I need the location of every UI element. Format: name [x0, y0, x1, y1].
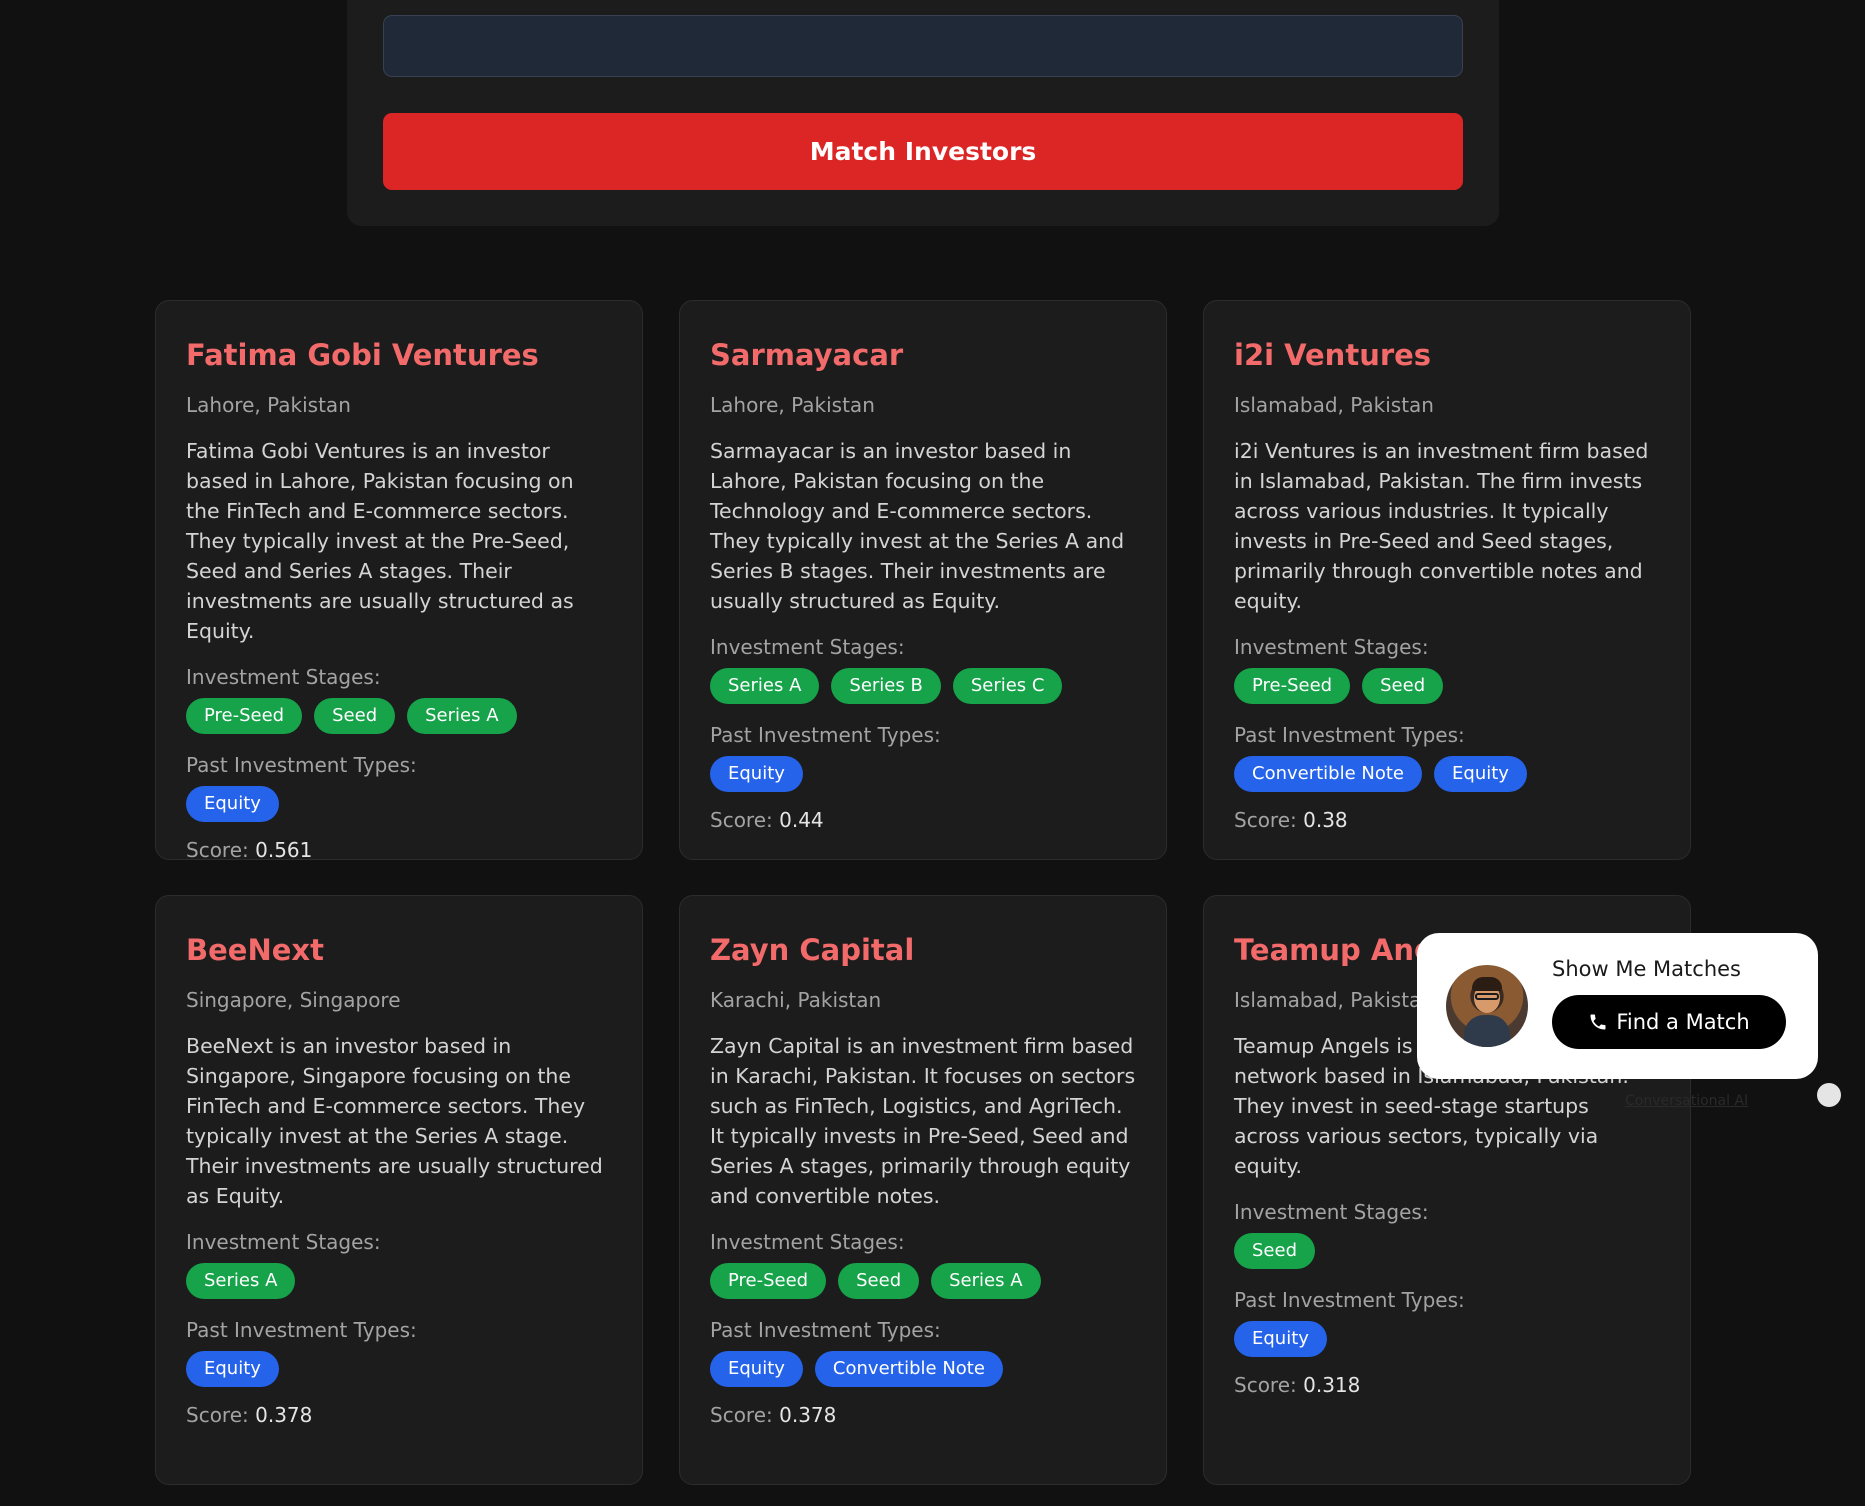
stage-tags: Series A Series B Series C — [710, 667, 1136, 704]
score-value: 0.378 — [779, 1402, 837, 1427]
investment-stages-label: Investment Stages: — [710, 634, 905, 659]
investment-stages-label: Investment Stages: — [186, 1229, 381, 1254]
stage-tag: Seed — [1362, 667, 1444, 704]
investor-card: Sarmayacar Lahore, Pakistan Sarmayacar is … — [679, 300, 1167, 860]
widget-title: Show Me Matches — [1552, 957, 1741, 981]
investor-location: Singapore, Singapore — [186, 987, 401, 1012]
score: Score: 0.378 — [710, 1403, 1136, 1427]
score: Score: 0.44 — [710, 808, 1136, 832]
type-tags: Equity — [710, 755, 1136, 792]
type-tag: Equity — [710, 755, 803, 792]
investor-location: Lahore, Pakistan — [710, 392, 875, 417]
investor-card: BeeNext Singapore, Singapore BeeNext is an… — [155, 895, 643, 1485]
score: Score: 0.38 — [1234, 808, 1660, 832]
investor-card: Fatima Gobi Ventures Lahore, Pakistan Fati… — [155, 300, 643, 862]
score-label: Score: — [1234, 807, 1297, 832]
type-tag: Convertible Note — [1234, 755, 1423, 792]
investment-types-label: Past Investment Types: — [710, 722, 941, 747]
find-a-match-label: Find a Match — [1616, 1010, 1750, 1034]
stage-tag: Series C — [952, 667, 1063, 704]
investment-types-label: Past Investment Types: — [1234, 1287, 1465, 1312]
type-tag: Equity — [710, 1350, 803, 1387]
type-tags: Equity — [186, 1350, 612, 1387]
score: Score: 0.378 — [186, 1403, 612, 1427]
investor-name: Sarmayacar — [710, 338, 904, 372]
score-value: 0.318 — [1303, 1372, 1361, 1397]
investor-name: BeeNext — [186, 933, 324, 967]
call-widget: Show Me Matches Find a Match — [1417, 933, 1818, 1079]
stage-tag: Series A — [710, 667, 820, 704]
stage-tag: Series B — [831, 667, 941, 704]
score-label: Score: — [186, 837, 249, 862]
investor-location: Karachi, Pakistan — [710, 987, 882, 1012]
find-a-match-button[interactable]: Find a Match — [1552, 995, 1786, 1049]
investor-card: Zayn Capital Karachi, Pakistan Zayn Capita… — [679, 895, 1167, 1485]
startup-description-input[interactable] — [383, 15, 1463, 77]
widget-toggle[interactable] — [1817, 1083, 1841, 1107]
match-form-panel: Match Investors — [347, 0, 1499, 226]
score-value: 0.378 — [255, 1402, 313, 1427]
investor-name: Zayn Capital — [710, 933, 915, 967]
investment-types-label: Past Investment Types: — [1234, 722, 1465, 747]
stage-tag: Pre-Seed — [710, 1262, 827, 1299]
investment-types-label: Past Investment Types: — [186, 1317, 417, 1342]
score: Score: 0.561 — [186, 838, 612, 862]
stage-tag: Pre-Seed — [186, 697, 303, 734]
investor-description: Zayn Capital is an investment firm based… — [710, 1033, 1136, 1208]
score-label: Score: — [710, 1402, 773, 1427]
score-label: Score: — [1234, 1372, 1297, 1397]
type-tag: Equity — [1234, 1320, 1327, 1357]
stage-tag: Seed — [314, 697, 396, 734]
avatar — [1446, 965, 1528, 1047]
stage-tags: Seed — [1234, 1232, 1660, 1269]
stage-tag: Series A — [931, 1262, 1041, 1299]
type-tags: Equity — [186, 785, 612, 822]
investor-description: Fatima Gobi Ventures is an investor base… — [186, 438, 574, 643]
investor-name: i2i Ventures — [1234, 338, 1432, 372]
investment-stages-label: Investment Stages: — [1234, 1199, 1429, 1224]
investor-location: Lahore, Pakistan — [186, 392, 351, 417]
match-investors-button[interactable]: Match Investors — [383, 113, 1463, 190]
type-tags: Equity Convertible Note — [710, 1350, 1136, 1387]
type-tags: Equity — [1234, 1320, 1660, 1357]
phone-icon — [1590, 1014, 1606, 1030]
score: Score: 0.318 — [1234, 1373, 1660, 1397]
investment-stages-label: Investment Stages: — [1234, 634, 1429, 659]
investor-description: i2i Ventures is an investment firm based… — [1234, 438, 1649, 613]
stage-tags: Pre-Seed Seed Series A — [186, 697, 612, 734]
type-tag: Equity — [1434, 755, 1527, 792]
investor-description: BeeNext is an investor based in Singapor… — [186, 1033, 603, 1208]
investment-types-label: Past Investment Types: — [710, 1317, 941, 1342]
type-tag: Convertible Note — [814, 1350, 1003, 1387]
stage-tags: Pre-Seed Seed Series A — [710, 1262, 1136, 1299]
stage-tag: Pre-Seed — [1234, 667, 1351, 704]
stage-tags: Series A — [186, 1262, 612, 1299]
stage-tag: Seed — [1234, 1232, 1315, 1269]
type-tag: Equity — [186, 785, 279, 822]
stage-tag: Seed — [838, 1262, 920, 1299]
stage-tag: Series A — [407, 697, 517, 734]
investment-stages-label: Investment Stages: — [186, 664, 381, 689]
score-label: Score: — [186, 1402, 249, 1427]
investor-location: Islamabad, Pakistan — [1234, 392, 1434, 417]
score-label: Score: — [710, 807, 773, 832]
investor-card: i2i Ventures Islamabad, Pakistan i2i Ventu… — [1203, 300, 1691, 860]
score-value: 0.561 — [255, 837, 313, 862]
investment-stages-label: Investment Stages: — [710, 1229, 905, 1254]
score-value: 0.44 — [779, 807, 824, 832]
score-value: 0.38 — [1303, 807, 1348, 832]
stage-tag: Series A — [186, 1262, 296, 1299]
investment-types-label: Past Investment Types: — [186, 752, 417, 777]
powered-by-link[interactable]: Conversational AI — [1625, 1093, 1748, 1109]
investor-name: Fatima Gobi Ventures — [186, 338, 539, 372]
stage-tags: Pre-Seed Seed — [1234, 667, 1660, 704]
investor-description: Sarmayacar is an investor based in Lahor… — [710, 438, 1125, 613]
type-tag: Equity — [186, 1350, 279, 1387]
type-tags: Convertible Note Equity — [1234, 755, 1660, 792]
